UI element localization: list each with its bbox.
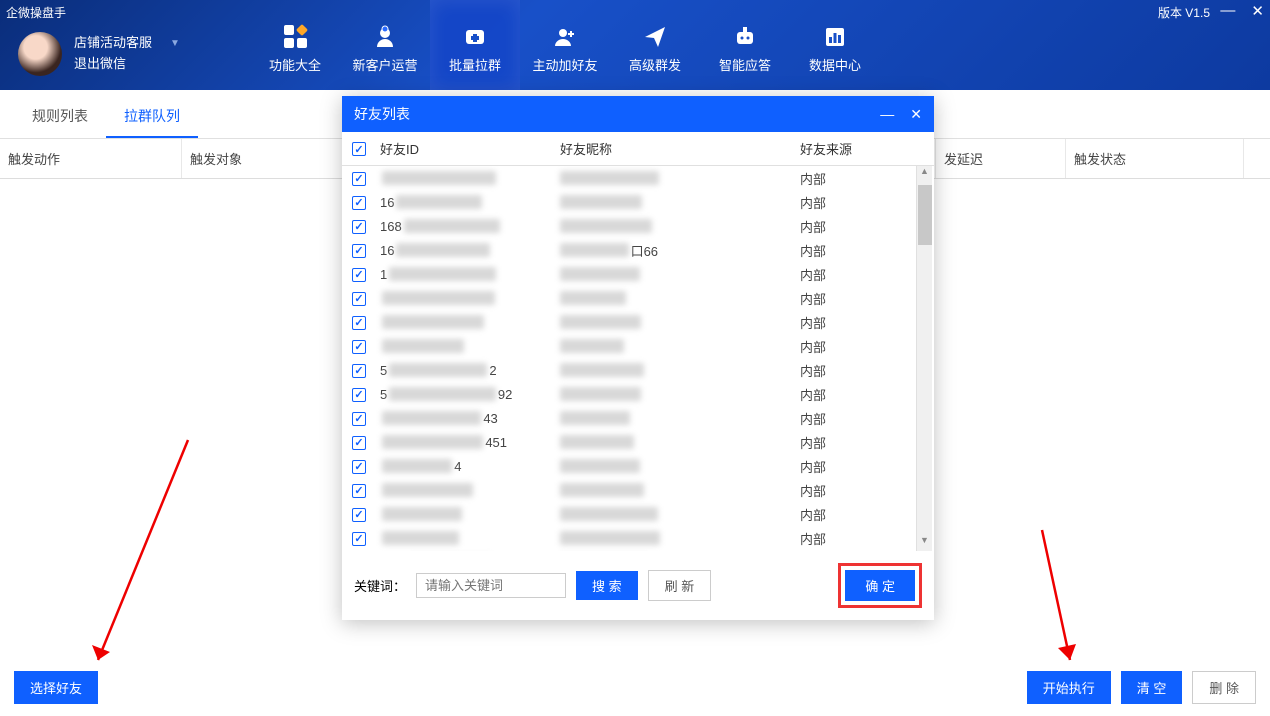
version-label: 版本 V1.5: [1158, 4, 1210, 21]
select-all-checkbox[interactable]: [352, 142, 366, 156]
modal-footer: 关键词： 搜 索 刷 新 确 定: [342, 551, 934, 620]
friend-row[interactable]: 内部: [342, 526, 934, 550]
nav-item-plus[interactable]: 批量拉群: [430, 0, 520, 90]
clear-button[interactable]: 清 空: [1121, 671, 1183, 704]
friend-row[interactable]: 43 内部: [342, 406, 934, 430]
nav-item-chart[interactable]: 数据中心: [790, 0, 880, 90]
row-checkbox[interactable]: [352, 388, 366, 402]
friend-row[interactable]: 内部: [342, 478, 934, 502]
col-friend-id: 好友ID: [376, 139, 560, 158]
nav-item-friend[interactable]: 主动加好友: [520, 0, 610, 90]
row-checkbox[interactable]: [352, 292, 366, 306]
friend-row[interactable]: 5 92 内部: [342, 382, 934, 406]
search-button[interactable]: 搜 索: [576, 571, 638, 600]
grid-icon: [281, 25, 309, 49]
friend-row[interactable]: 内部: [342, 502, 934, 526]
tab[interactable]: 规则列表: [14, 100, 106, 138]
friend-row[interactable]: 内部: [342, 310, 934, 334]
table-column-header[interactable]: 触发动作: [0, 139, 182, 178]
chevron-down-icon[interactable]: ▼: [170, 36, 180, 52]
annotation-arrow-left: [88, 440, 198, 685]
start-button[interactable]: 开始执行: [1027, 671, 1111, 704]
confirm-highlight: 确 定: [838, 563, 922, 608]
annotation-arrow-right: [1032, 530, 1112, 685]
modal-body[interactable]: 内部 16 内部 168 内部 16 口6: [342, 166, 934, 551]
modal-close-icon[interactable]: ✕: [910, 106, 922, 123]
row-checkbox[interactable]: [352, 340, 366, 354]
titlebar: 企微操盘手 版本 V1.5 — ✕ 店铺活动客服 ▼ 退出微信 功能大全新客户运…: [0, 0, 1270, 90]
friend-row[interactable]: 451 内部: [342, 430, 934, 454]
friend-row[interactable]: 1688 内部: [342, 550, 934, 551]
nav-item-grid[interactable]: 功能大全: [250, 0, 340, 90]
chart-icon: [821, 25, 849, 49]
friend-row[interactable]: 168 内部: [342, 214, 934, 238]
footer-bar: 选择好友 开始执行 清 空 删 除: [0, 671, 1270, 704]
row-checkbox[interactable]: [352, 436, 366, 450]
friend-row[interactable]: 5 2 内部: [342, 358, 934, 382]
row-checkbox[interactable]: [352, 220, 366, 234]
modal-title: 好友列表: [354, 104, 410, 124]
friend-row[interactable]: 内部: [342, 334, 934, 358]
row-checkbox[interactable]: [352, 412, 366, 426]
col-friend-source: 好友来源: [800, 139, 934, 158]
friend-row[interactable]: 16 口66 内部: [342, 238, 934, 262]
friend-row[interactable]: 内部: [342, 286, 934, 310]
app-title: 企微操盘手: [6, 4, 66, 21]
plus-icon: [461, 25, 489, 49]
row-checkbox[interactable]: [352, 532, 366, 546]
minimize-icon[interactable]: —: [1220, 2, 1235, 20]
main-nav: 功能大全新客户运营批量拉群主动加好友高级群发智能应答数据中心: [250, 0, 880, 90]
confirm-button[interactable]: 确 定: [845, 570, 915, 601]
row-checkbox[interactable]: [352, 364, 366, 378]
delete-button[interactable]: 删 除: [1192, 671, 1256, 704]
col-friend-nick: 好友昵称: [560, 139, 800, 158]
close-icon[interactable]: ✕: [1251, 2, 1264, 20]
scroll-down-icon[interactable]: ▼: [917, 535, 932, 551]
table-column-header[interactable]: 触发状态: [1066, 139, 1244, 178]
friend-row[interactable]: 内部: [342, 166, 934, 190]
friend-row[interactable]: 16 内部: [342, 190, 934, 214]
avatar[interactable]: [18, 32, 62, 76]
new-icon: [371, 25, 399, 49]
search-label: 关键词：: [354, 576, 406, 595]
row-checkbox[interactable]: [352, 460, 366, 474]
friend-row[interactable]: 4 内部: [342, 454, 934, 478]
row-checkbox[interactable]: [352, 508, 366, 522]
row-checkbox[interactable]: [352, 244, 366, 258]
bot-icon: [731, 25, 759, 49]
row-checkbox[interactable]: [352, 316, 366, 330]
modal-table-header: 好友ID 好友昵称 好友来源: [342, 132, 934, 166]
scroll-up-icon[interactable]: ▲: [917, 166, 932, 182]
friend-icon: [551, 25, 579, 49]
nav-item-bot[interactable]: 智能应答: [700, 0, 790, 90]
window-controls: — ✕: [1220, 2, 1264, 20]
row-checkbox[interactable]: [352, 172, 366, 186]
modal-header[interactable]: 好友列表 — ✕: [342, 96, 934, 132]
search-input[interactable]: [416, 573, 566, 598]
tab[interactable]: 拉群队列: [106, 100, 198, 138]
user-name: 店铺活动客服: [74, 33, 152, 54]
nav-item-send[interactable]: 高级群发: [610, 0, 700, 90]
row-checkbox[interactable]: [352, 268, 366, 282]
row-checkbox[interactable]: [352, 196, 366, 210]
logout-link[interactable]: 退出微信: [74, 54, 180, 75]
send-icon: [641, 25, 669, 49]
modal-minimize-icon[interactable]: —: [880, 106, 894, 123]
select-friend-button[interactable]: 选择好友: [14, 671, 98, 704]
refresh-button[interactable]: 刷 新: [648, 570, 712, 601]
nav-item-new[interactable]: 新客户运营: [340, 0, 430, 90]
scrollbar-thumb[interactable]: [918, 185, 932, 245]
table-column-header[interactable]: 发延迟: [936, 139, 1066, 178]
scrollbar[interactable]: ▲ ▼: [916, 166, 932, 551]
friend-row[interactable]: 1 内部: [342, 262, 934, 286]
row-checkbox[interactable]: [352, 484, 366, 498]
friend-list-modal: 好友列表 — ✕ 好友ID 好友昵称 好友来源 内部 16: [342, 96, 934, 620]
